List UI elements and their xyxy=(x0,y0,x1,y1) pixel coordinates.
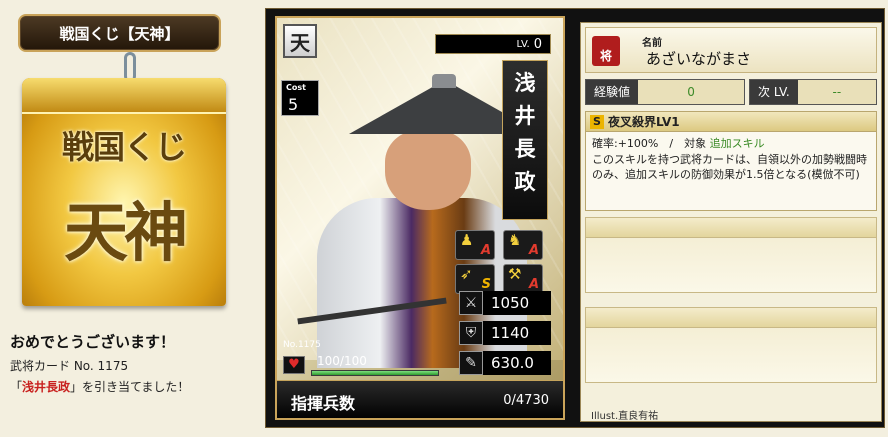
name-char: 井 xyxy=(514,103,536,128)
congrats-heading: おめでとうございます！ xyxy=(10,333,176,351)
skill-rank-badge: S xyxy=(590,114,604,129)
card-number-text: 武将カード No. 1175 xyxy=(10,359,129,373)
name-header: 将 名前 あざいながまさ xyxy=(585,27,877,73)
spear-icon: ♟ A xyxy=(455,230,495,260)
card-info-panel: 将 名前 あざいながまさ 経験値 0 次 LV. -- S 夜叉殺界LV1 確率… xyxy=(580,22,882,422)
horse-icon: ♞ A xyxy=(503,230,543,260)
next-level-label: 次 LV. xyxy=(750,80,798,104)
defense-icon: ⛨ xyxy=(459,321,483,345)
lottery-title: 戦国くじ【天神】 xyxy=(18,14,221,52)
result-suffix: 」を引き当てました！ xyxy=(70,380,190,394)
warrior-face xyxy=(385,130,471,210)
defense-stat: ⛨ 1140 xyxy=(459,320,551,346)
skill-description: このスキルを持つ武将カードは、自領以外の加勢戦闘時のみ、追加スキルの防御効果が1… xyxy=(592,153,867,181)
defense-value: 1140 xyxy=(483,321,551,345)
lottery-panel: 戦国くじ【天神】 戦国くじ 天神 おめでとうございます！ 武将カード No. 1… xyxy=(0,0,262,437)
level-label: LV. xyxy=(516,38,530,50)
rarity-badge: 天 xyxy=(283,24,317,58)
next-level-value: -- xyxy=(797,80,876,104)
result-text: 「浅井長政」を引き当てました！ xyxy=(10,378,189,395)
empty-skill-slot xyxy=(585,307,877,383)
lottery-ticket-image: 戦国くじ 天神 xyxy=(22,78,226,306)
exp-row: 経験値 0 次 LV. -- xyxy=(585,79,877,105)
name-char: 浅 xyxy=(514,70,536,95)
cost-label: Cost xyxy=(286,83,306,92)
name-char: 政 xyxy=(514,169,536,194)
exp-value: 0 xyxy=(638,80,744,104)
hp-bar-fill xyxy=(312,371,438,375)
illustrator-credit: Illust.直良有祐 xyxy=(591,411,659,422)
skill-meta: 確率:+100% / 対象 追加スキル xyxy=(586,132,876,151)
card-name-vertical: 浅 井 長 政 xyxy=(502,60,548,220)
warrior-hat-top xyxy=(432,74,456,88)
attack-value: 1050 xyxy=(483,291,551,315)
aptitude-grade: A xyxy=(480,243,491,258)
skill-type: 追加スキル xyxy=(709,137,765,150)
hp-bar xyxy=(311,370,439,376)
exp-cell: 経験値 0 xyxy=(585,79,745,105)
name-char: 長 xyxy=(514,136,536,161)
troops-bar: 指揮兵数 0/4730 xyxy=(277,380,563,418)
ticket-text-top: 戦国くじ xyxy=(61,128,187,166)
general-seal-icon: 将 xyxy=(592,36,620,66)
skill-title: S 夜叉殺界LV1 xyxy=(586,112,876,132)
result-card-name: 浅井長政 xyxy=(22,380,71,394)
troops-label: 指揮兵数 xyxy=(291,394,356,413)
skill-box[interactable]: S 夜叉殺界LV1 確率:+100% / 対象 追加スキル このスキルを持つ武将… xyxy=(585,111,877,211)
strategy-value: 630.0 xyxy=(483,351,551,375)
name-kana: あざいながまさ xyxy=(646,50,752,68)
heart-icon: ♥ xyxy=(283,356,305,374)
result-prefix: 「 xyxy=(10,380,23,394)
troops-value: 0/4730 xyxy=(503,393,549,408)
cost-value: 5 xyxy=(288,95,299,114)
cost-box: Cost 5 xyxy=(281,80,319,116)
name-label: 名前 xyxy=(642,38,662,49)
skill-name: 夜叉殺界LV1 xyxy=(608,115,680,129)
ticket-text-main: 天神 xyxy=(64,196,188,271)
empty-skill-slot xyxy=(585,217,877,293)
next-level-cell: 次 LV. -- xyxy=(749,79,877,105)
warlord-card[interactable]: 天 LV. 0 Cost 5 浅 井 長 政 ♟ A ♞ A ➶ S ⚒ A ⚔ 105… xyxy=(275,16,565,420)
hp-row: ♥ 100/100 xyxy=(283,354,463,376)
skill-meta-text: 確率:+100% / 対象 xyxy=(592,137,707,150)
attack-icon: ⚔ xyxy=(459,291,483,315)
level-value: 0 xyxy=(533,36,542,52)
exp-label: 経験値 xyxy=(586,80,639,104)
hp-text: 100/100 xyxy=(317,354,367,368)
card-number-label: No.1175 xyxy=(283,340,321,350)
level-bar: LV. 0 xyxy=(435,34,551,54)
strategy-stat: ✎ 630.0 xyxy=(459,350,551,376)
attack-stat: ⚔ 1050 xyxy=(459,290,551,316)
aptitude-grade: A xyxy=(528,243,539,258)
